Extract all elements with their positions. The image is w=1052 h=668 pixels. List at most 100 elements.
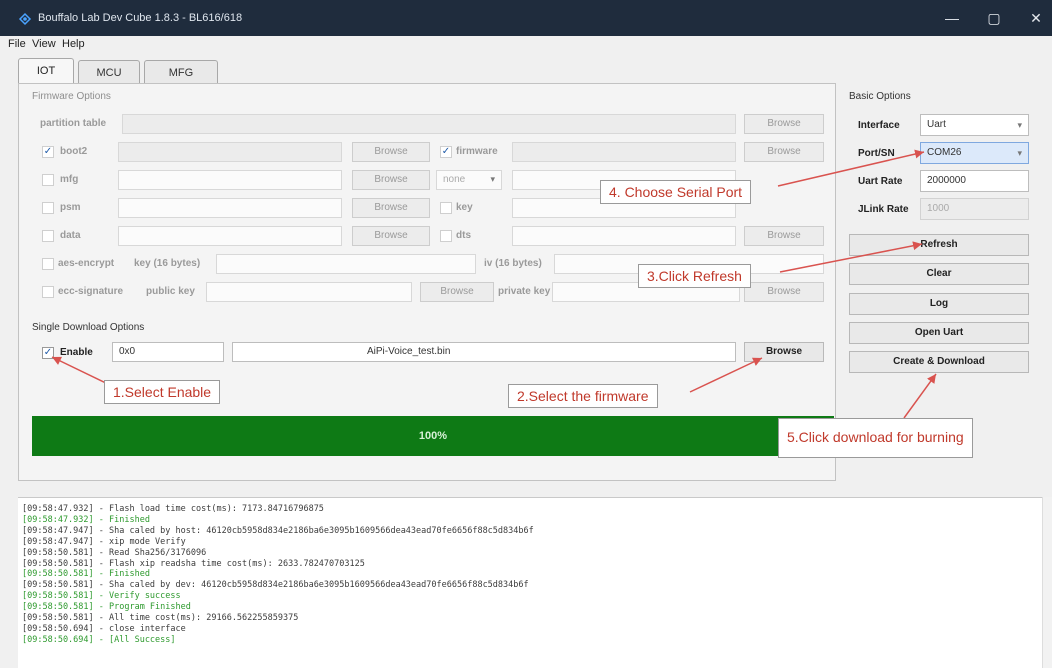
log-line: [09:58:50.581] - All time cost(ms): 2916… [22,613,299,624]
close-button[interactable]: ✕ [1022,8,1050,28]
step1-callout: 1.Select Enable [104,380,221,404]
menu-file[interactable]: File [8,38,26,50]
tab-iot[interactable]: IOT [18,58,74,85]
uart-rate-input[interactable]: 2000000 [920,170,1029,192]
log-line: [09:58:47.932] - Finished [22,514,150,525]
progress-bar: 100% [32,416,834,456]
log-scrollbar[interactable] [1042,497,1052,668]
log-line: [09:58:50.581] - Program Finished [22,602,191,613]
aes-encrypt-label: aes-encrypt [58,258,115,269]
firmware-label: firmware [456,146,498,157]
firmware-browse-button[interactable]: Browse [744,142,824,162]
dts-checkbox[interactable] [440,230,452,242]
psm-label: psm [60,202,81,213]
minimize-button[interactable]: — [938,8,966,28]
tab-mfg[interactable]: MFG [144,60,218,84]
public-key-browse-button[interactable]: Browse [420,282,494,302]
log-line: [09:58:50.694] - [All Success] [22,634,176,645]
data-label: data [60,230,81,241]
step3-callout: 3.Click Refresh [638,264,751,288]
jlink-rate-input[interactable]: 1000 [920,198,1029,220]
uart-rate-label: Uart Rate [858,176,903,187]
mfg-label: mfg [60,174,79,185]
download-browse-button[interactable]: Browse [744,342,824,362]
open-uart-button[interactable]: Open Uart [849,322,1029,344]
port-sn-value: COM26 [927,147,962,158]
chevron-down-icon: ▾ [1017,120,1022,130]
download-address-input[interactable]: 0x0 [112,342,224,362]
chevron-down-icon: ▾ [490,174,495,184]
boot2-browse-button[interactable]: Browse [352,142,430,162]
log-line: [09:58:50.581] - Flash xip readsha time … [22,558,365,569]
firmware-options-label: Firmware Options [32,91,111,102]
aes-key-label: key (16 bytes) [134,258,201,269]
step5-arrow [903,373,937,419]
psm-input[interactable] [118,198,342,218]
boot2-input[interactable] [118,142,342,162]
public-key-input[interactable] [206,282,412,302]
data-browse-button[interactable]: Browse [352,226,430,246]
mfg-input[interactable] [118,170,342,190]
log-line: [09:58:50.694] - close interface [22,623,186,634]
log-line: [09:58:50.581] - Verify success [22,591,181,602]
log-line: [09:58:47.932] - Flash load time cost(ms… [22,504,324,514]
public-key-label: public key [146,286,195,297]
psm-checkbox[interactable] [42,202,54,214]
maximize-button[interactable]: ▢ [980,8,1008,28]
ecc-signature-checkbox[interactable] [42,286,54,298]
interface-label: Interface [858,120,900,131]
firmware-path-input[interactable] [512,142,736,162]
port-sn-select[interactable]: COM26 ▾ [920,142,1029,164]
basic-options-label: Basic Options [849,91,911,102]
chevron-down-icon: ▾ [1017,148,1022,158]
key-checkbox[interactable] [440,202,452,214]
tab-mcu[interactable]: MCU [78,60,140,84]
partition-table-browse-button[interactable]: Browse [744,114,824,134]
create-download-button[interactable]: Create & Download [849,351,1029,373]
mfg-browse-button[interactable]: Browse [352,170,430,190]
port-sn-label: Port/SN [858,148,895,159]
refresh-button[interactable]: Refresh [849,234,1029,256]
partition-table-input[interactable] [122,114,736,134]
menu-bar: File View Help [0,36,1052,52]
title-bar: Bouffalo Lab Dev Cube 1.8.3 - BL616/618 … [0,0,1052,36]
menu-help[interactable]: Help [62,38,85,50]
step2-callout: 2.Select the firmware [508,384,658,408]
download-file-input[interactable]: AiPi-Voice_test.bin [232,342,736,362]
app-window: Bouffalo Lab Dev Cube 1.8.3 - BL616/618 … [0,0,1052,668]
log-output: [09:58:47.932] - Flash load time cost(ms… [18,497,1042,668]
enable-label: Enable [60,347,93,358]
data-input[interactable] [118,226,342,246]
dts-input[interactable] [512,226,736,246]
boot2-checkbox[interactable]: ✓ [42,146,54,158]
dts-label: dts [456,230,471,241]
app-logo-icon [18,12,32,26]
log-button[interactable]: Log [849,293,1029,315]
aes-encrypt-checkbox[interactable] [42,258,54,270]
key-label: key [456,202,473,213]
enable-checkbox[interactable]: ✓ [42,347,54,359]
data-checkbox[interactable] [42,230,54,242]
log-line: [09:58:50.581] - Sha caled by dev: 46120… [22,580,529,591]
iv-label: iv (16 bytes) [484,258,542,269]
psm-browse-button[interactable]: Browse [352,198,430,218]
clear-button[interactable]: Clear [849,263,1029,285]
mfg-type-value: none [443,174,466,185]
jlink-rate-label: JLink Rate [858,204,909,215]
single-download-options-label: Single Download Options [32,322,145,333]
private-key-label: private key [498,286,551,297]
aes-key-input[interactable] [216,254,476,274]
log-line: [09:58:50.581] - Read Sha256/3176096 [22,547,207,558]
mfg-checkbox[interactable] [42,174,54,186]
log-line: [09:58:50.581] - Finished [22,569,150,580]
ecc-signature-label: ecc-signature [58,286,124,297]
dts-browse-button[interactable]: Browse [744,226,824,246]
menu-view[interactable]: View [32,38,56,50]
log-line: [09:58:47.947] - xip mode Verify [22,536,186,547]
interface-select[interactable]: Uart ▾ [920,114,1029,136]
private-key-browse-button[interactable]: Browse [744,282,824,302]
firmware-checkbox[interactable]: ✓ [440,146,452,158]
step4-callout: 4. Choose Serial Port [600,180,752,204]
log-line: [09:58:47.947] - Sha caled by host: 4612… [22,525,534,536]
mfg-type-select[interactable]: none ▾ [436,170,502,190]
